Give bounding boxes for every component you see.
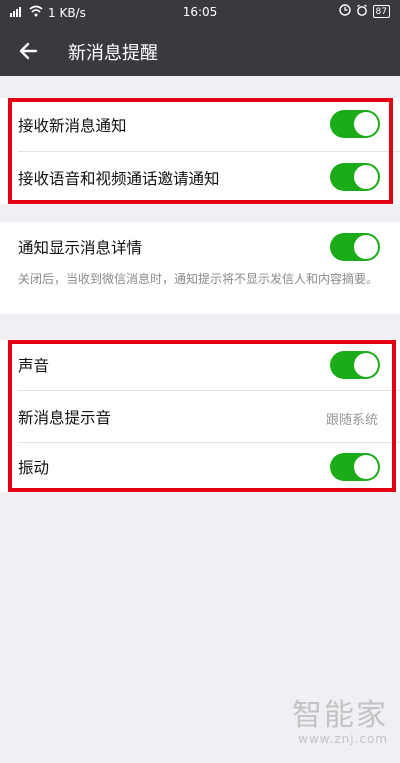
battery-icon: 87 [372, 5, 390, 18]
alarm-icon [356, 4, 368, 19]
watermark-logo: 智能家 [292, 698, 388, 733]
receive-voice-video-toggle[interactable] [330, 163, 380, 191]
notification-group: 接收新消息通知 接收语音和视频通话邀请通知 [0, 98, 400, 204]
vibrate-row[interactable]: 振动 [0, 442, 400, 492]
toggle-knob [354, 235, 378, 259]
message-tone-label: 新消息提示音 [18, 409, 112, 427]
back-arrow-icon[interactable] [16, 38, 42, 64]
watermark-url: www.znj.com [298, 732, 388, 746]
watermark: 智能家 www.znj.com [292, 698, 388, 747]
show-details-toggle[interactable] [330, 233, 380, 261]
nav-header: 新消息提醒 [0, 26, 400, 76]
page-title: 新消息提醒 [68, 43, 158, 64]
detail-group: 通知显示消息详情 关闭后，当收到微信消息时，通知提示将不显示发信人和内容摘要。 [0, 222, 400, 314]
show-details-note: 关闭后，当收到微信消息时，通知提示将不显示发信人和内容摘要。 [18, 272, 379, 286]
sound-label: 声音 [18, 357, 50, 375]
receive-new-message-row[interactable]: 接收新消息通知 [0, 98, 400, 151]
show-details-label: 通知显示消息详情 [18, 239, 143, 257]
toggle-knob [354, 112, 378, 136]
toggle-knob [354, 455, 378, 479]
message-tone-row[interactable]: 新消息提示音 跟随系统 [0, 390, 400, 442]
receive-voice-video-label: 接收语音和视频通话邀请通知 [18, 170, 220, 188]
receive-new-message-label: 接收新消息通知 [18, 117, 127, 135]
vibrate-toggle[interactable] [330, 453, 380, 481]
sound-group: 声音 新消息提示音 跟随系统 振动 [0, 340, 400, 492]
toggle-knob [354, 353, 378, 377]
vibrate-label: 振动 [18, 459, 50, 477]
receive-new-message-toggle[interactable] [330, 110, 380, 138]
battery-level: 87 [375, 6, 387, 17]
show-details-row[interactable]: 通知显示消息详情 [0, 222, 400, 272]
sound-row[interactable]: 声音 [0, 340, 400, 390]
receive-voice-video-row[interactable]: 接收语音和视频通话邀请通知 [0, 151, 400, 204]
sound-toggle[interactable] [330, 351, 380, 379]
toggle-knob [354, 165, 378, 189]
message-tone-value: 跟随系统 [325, 413, 378, 428]
status-bar: 1 KB/s 16:05 87 [0, 0, 400, 26]
clock-icon [338, 4, 351, 19]
